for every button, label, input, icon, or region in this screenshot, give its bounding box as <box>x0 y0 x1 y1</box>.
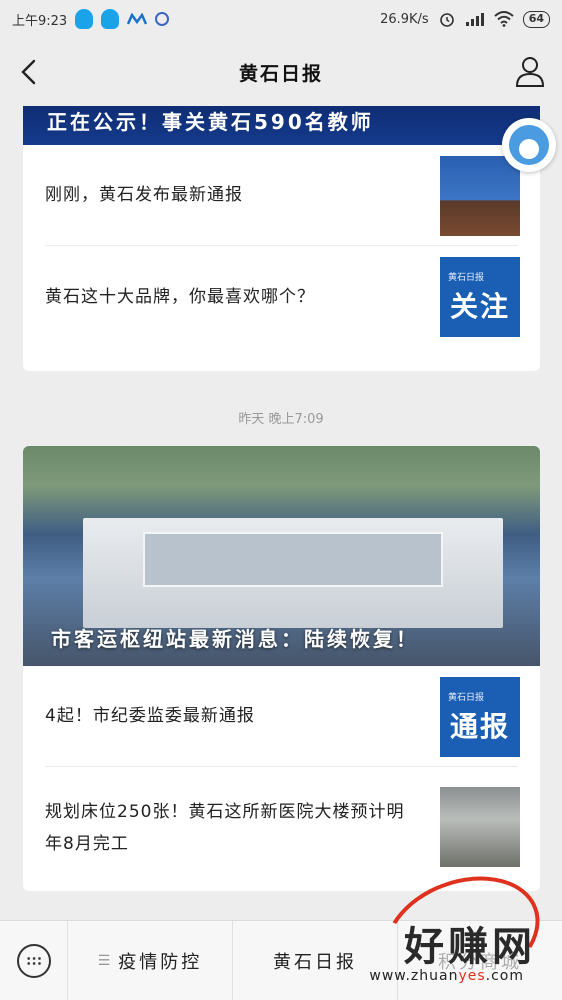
status-right: 26.9K/s 64 <box>380 10 550 28</box>
hero-headline: 市客运枢纽站最新消息：陆续恢复！ <box>51 627 419 651</box>
signal-icon <box>465 13 484 26</box>
message-timestamp: 昨天 晚上7:09 <box>238 412 324 427</box>
thumbnail-label: 通报 <box>449 709 510 743</box>
status-left: 上午9:23 <box>12 9 170 29</box>
hero-article[interactable]: 市客运枢纽站最新消息：陆续恢复！ <box>23 446 540 666</box>
article-title: 刚刚，黄石发布最新通报 <box>45 185 243 205</box>
status-time: 上午9:23 <box>12 13 68 29</box>
menu-item-points-mall[interactable]: 积分商城 <box>398 921 562 1000</box>
menu-item-newspaper[interactable]: 黄石日报 <box>233 920 398 1000</box>
bottom-menu-bar: ☰ 疫情防控 黄石日报 积分商城 <box>0 920 562 1000</box>
article-title: 黄石这十大品牌，你最喜欢哪个？ <box>45 286 315 307</box>
qq-notification-icon <box>75 9 94 29</box>
article-title: 规划床位250张！黄石这所新医院大楼预计明年8月完工 <box>45 801 405 854</box>
keyboard-toggle-button[interactable] <box>0 920 68 1000</box>
mascot-icon <box>509 125 549 165</box>
article-thumbnail <box>440 787 520 867</box>
list-item[interactable]: 黄石这十大品牌，你最喜欢哪个？ 黄石日报 关注 <box>45 246 520 347</box>
mascot-assistant-button[interactable] <box>502 118 556 172</box>
list-item[interactable]: 4起！市纪委监委最新通报 黄石日报 通报 <box>45 666 520 767</box>
hero-image <box>83 518 503 628</box>
menu-lines-icon: ☰ <box>97 952 111 969</box>
thumbnail-caption: 黄石日报 <box>448 272 485 283</box>
banner-headline[interactable]: 正在公示！事关黄石590名教师 <box>23 106 540 145</box>
keyboard-icon <box>16 943 51 978</box>
qq-notification-icon <box>101 9 120 29</box>
article-title: 4起！市纪委监委最新通报 <box>45 706 255 726</box>
app-notification-icon <box>155 12 170 26</box>
news-card: 市客运枢纽站最新消息：陆续恢复！ 4起！市纪委监委最新通报 黄石日报 通报 规划… <box>23 446 540 891</box>
article-thumbnail <box>440 156 520 236</box>
wifi-icon <box>494 11 514 27</box>
article-thumbnail: 黄石日报 通报 <box>440 677 520 757</box>
battery-indicator: 64 <box>522 10 550 28</box>
menu-item-epidemic[interactable]: ☰ 疫情防控 <box>68 920 233 1000</box>
status-bar: 上午9:23 26.9K/s 64 <box>0 0 562 38</box>
menu-item-label: 疫情防控 <box>118 951 203 973</box>
list-item[interactable]: 刚刚，黄石发布最新通报 <box>45 145 520 246</box>
article-feed[interactable]: 正在公示！事关黄石590名教师 刚刚，黄石发布最新通报 黄石这十大品牌，你最喜欢… <box>0 106 562 920</box>
back-arrow-icon[interactable] <box>16 56 44 88</box>
menu-item-label: 积分商城 <box>438 951 522 973</box>
thumbnail-label: 关注 <box>449 289 510 323</box>
alarm-icon <box>439 13 454 27</box>
nav-bar: 黄石日报 <box>0 38 562 106</box>
network-speed: 26.9K/s <box>380 11 429 27</box>
account-icon[interactable] <box>514 54 546 88</box>
list-item[interactable]: 规划床位250张！黄石这所新医院大楼预计明年8月完工 <box>45 767 520 888</box>
thumbnail-caption: 黄石日报 <box>448 692 485 703</box>
page-title: 黄石日报 <box>238 62 323 85</box>
app-notification-icon <box>127 13 148 25</box>
news-card: 正在公示！事关黄石590名教师 刚刚，黄石发布最新通报 黄石这十大品牌，你最喜欢… <box>23 106 540 371</box>
article-thumbnail: 黄石日报 关注 <box>440 257 520 337</box>
menu-item-label: 黄石日报 <box>273 951 357 973</box>
